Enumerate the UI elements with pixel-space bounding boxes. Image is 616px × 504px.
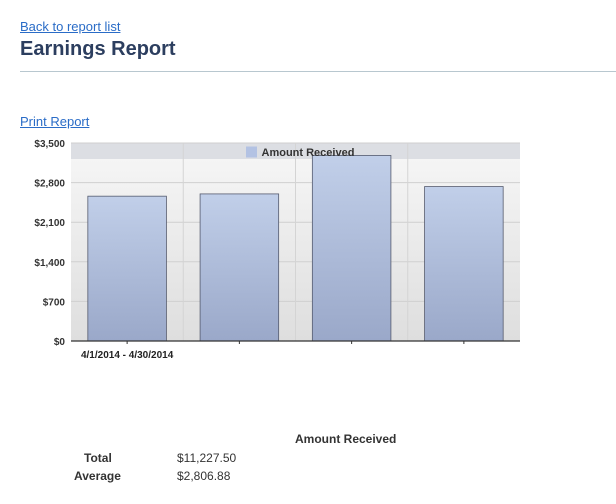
summary-total-value: $11,227.50: [177, 451, 237, 465]
title-divider: [20, 71, 616, 72]
legend-swatch: [246, 146, 257, 158]
y-tick-label: $1,400: [34, 258, 65, 269]
summary-table: Amount Received Total $11,227.50 Average…: [0, 425, 616, 504]
bar: [311, 155, 392, 342]
page-title: Earnings Report: [20, 38, 176, 60]
back-to-report-list-link[interactable]: Back to report list: [20, 19, 120, 34]
bar: [87, 195, 167, 342]
y-tick-label: $2,100: [34, 218, 65, 229]
y-tick-label: $3,500: [34, 139, 65, 150]
bar: [199, 193, 280, 342]
x-tick-label: 4/1/2014 - 4/30/2014: [81, 350, 174, 361]
print-report-link[interactable]: Print Report: [20, 114, 89, 129]
summary-average-label: Average: [74, 469, 121, 483]
summary-column-header: Amount Received: [295, 432, 397, 446]
summary-average-value: $2,806.88: [177, 469, 231, 483]
y-tick-label: $700: [43, 297, 66, 308]
legend-label: Amount Received: [262, 147, 355, 159]
y-tick-label: $2,800: [34, 179, 65, 190]
summary-total-label: Total: [84, 451, 112, 465]
y-tick-label: $0: [54, 337, 66, 348]
earnings-bar-chart: $0 $700 $1,400 $2,100 $2,800 $3,500 4/1/2014 -…: [34, 139, 520, 361]
bar: [424, 186, 504, 342]
